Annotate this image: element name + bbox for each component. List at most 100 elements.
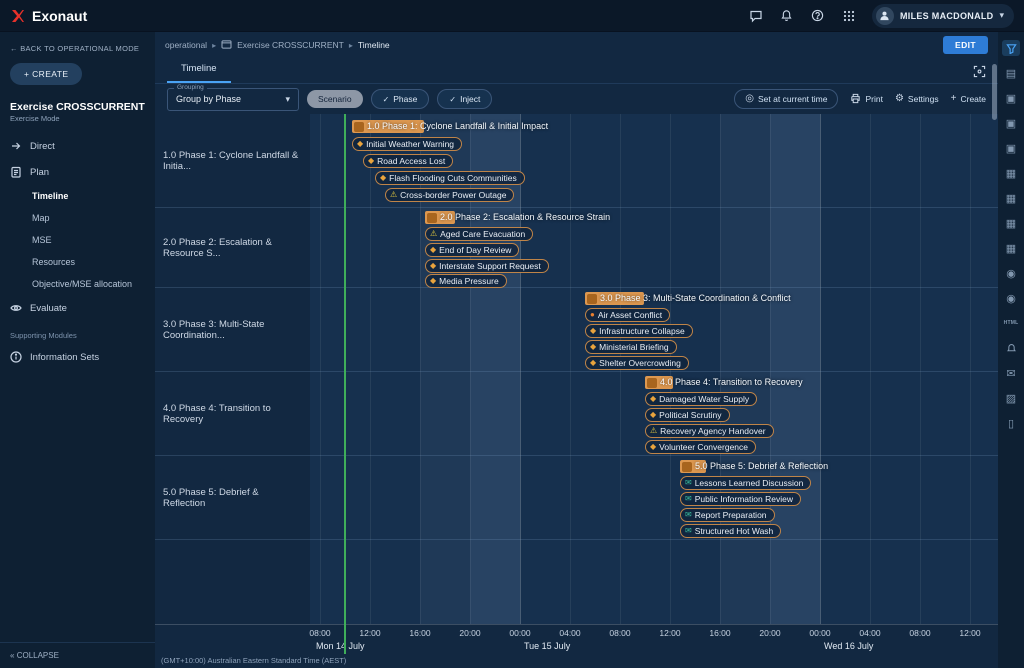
main-content: operational ▸ Exercise CROSSCURRENT ▸ Ti… — [155, 32, 998, 668]
document-icon[interactable]: ▤ — [1002, 65, 1020, 81]
inject-chip[interactable]: ◆ Interstate Support Request — [425, 259, 549, 273]
filter-icon[interactable] — [1002, 40, 1020, 56]
plus-icon: + — [951, 94, 957, 104]
collapse-sidebar-button[interactable]: « COLLAPSE — [0, 642, 155, 668]
inject-label: Initial Weather Warning — [366, 139, 454, 149]
check-icon: ✓ — [449, 95, 456, 104]
inject-chip[interactable]: ◆ Infrastructure Collapse — [585, 324, 693, 338]
settings-button[interactable]: ⚙ Settings — [895, 94, 939, 104]
vertical-scrollbar[interactable] — [992, 64, 997, 120]
inject-chip[interactable]: ✉ Lessons Learned Discussion — [680, 476, 811, 490]
row-label-phase-3[interactable]: 3.0 Phase 3: Multi-State Coordination... — [155, 288, 310, 371]
chart-icon[interactable]: ▨ — [1002, 390, 1020, 406]
inject-chip[interactable]: ⚠ Aged Care Evacuation — [425, 227, 533, 241]
row-label-phase-1[interactable]: 1.0 Phase 1: Cyclone Landfall & Initia..… — [155, 114, 310, 207]
inject-label: Interstate Support Request — [439, 261, 541, 271]
inject-label: Political Scrutiny — [659, 410, 721, 420]
html-icon[interactable]: HTML — [1002, 315, 1020, 331]
inject-label: Public Information Review — [695, 494, 793, 504]
brand-name: Exonaut — [32, 8, 87, 24]
inject-label: Road Access Lost — [377, 156, 445, 166]
inject-label: Air Asset Conflict — [598, 310, 662, 320]
breadcrumb-operational[interactable]: operational — [165, 40, 207, 50]
sidebar-item-resources[interactable]: Resources — [0, 251, 155, 273]
breadcrumb-exercise[interactable]: Exercise CROSSCURRENT — [237, 40, 344, 50]
edit-button[interactable]: EDIT — [943, 36, 988, 54]
inject-label: Report Preparation — [695, 510, 767, 520]
phase-icon — [354, 122, 364, 132]
print-button[interactable]: Print — [850, 93, 882, 106]
app-logo[interactable]: Exonaut — [10, 8, 87, 24]
archive-icon[interactable]: ▦ — [1002, 240, 1020, 256]
inject-chip[interactable]: ● Air Asset Conflict — [585, 308, 670, 322]
inject-chip[interactable]: ◆ Flash Flooding Cuts Communities — [375, 171, 525, 185]
inject-label: Flash Flooding Cuts Communities — [389, 173, 517, 183]
inject-chip[interactable]: ⚠ Cross-border Power Outage — [385, 188, 514, 202]
inject-chip[interactable]: ◆ Damaged Water Supply — [645, 392, 757, 406]
filter-chip-inject[interactable]: ✓ Inject — [437, 89, 492, 109]
inject-chip[interactable]: ✉ Public Information Review — [680, 492, 801, 506]
inject-chip[interactable]: ◆ Road Access Lost — [363, 154, 453, 168]
fit-to-screen-icon[interactable] — [973, 65, 986, 83]
axis-hour: 16:00 — [409, 628, 430, 638]
mail-icon: ✉ — [685, 527, 692, 535]
filter-chip-phase[interactable]: ✓ Phase — [371, 89, 430, 109]
help-icon[interactable] — [810, 8, 826, 24]
media-panel-icon[interactable]: ▣ — [1002, 115, 1020, 131]
inject-chip[interactable]: ◆ Volunteer Convergence — [645, 440, 756, 454]
inject-chip[interactable]: ◆ Media Pressure — [425, 274, 507, 288]
sidebar-item-direct[interactable]: Direct — [0, 133, 155, 159]
sidebar-item-objective-mse-allocation[interactable]: Objective/MSE allocation — [0, 273, 155, 295]
inject-chip[interactable]: ◆ End of Day Review — [425, 243, 519, 257]
row-label-phase-4[interactable]: 4.0 Phase 4: Transition to Recovery — [155, 372, 310, 455]
sidebar-item-information-sets[interactable]: Information Sets — [0, 344, 155, 370]
phase-bar-label: 1.0 Phase 1: Cyclone Landfall & Initial … — [367, 121, 548, 131]
create-inject-button[interactable]: + Create — [951, 94, 986, 104]
sidebar-item-timeline[interactable]: Timeline — [0, 185, 155, 207]
book-icon[interactable]: ▯ — [1002, 415, 1020, 431]
inject-chip[interactable]: ◆ Initial Weather Warning — [352, 137, 462, 151]
inject-chip[interactable]: ◆ Shelter Overcrowding — [585, 356, 689, 370]
chat-icon[interactable] — [748, 8, 764, 24]
bell-icon[interactable] — [779, 8, 795, 24]
sidebar-item-mse[interactable]: MSE — [0, 229, 155, 251]
filter-chip-scenario[interactable]: Scenario — [307, 90, 363, 108]
sidebar-item-map[interactable]: Map — [0, 207, 155, 229]
mail-icon: ✉ — [685, 479, 692, 487]
grouping-select[interactable]: Grouping Group by Phase ▾ — [167, 88, 299, 111]
archive-icon[interactable]: ▦ — [1002, 165, 1020, 181]
inject-chip[interactable]: ⚠ Recovery Agency Handover — [645, 424, 774, 438]
media-panel-icon[interactable]: ▣ — [1002, 140, 1020, 156]
user-menu[interactable]: MILES MACDONALD ▾ — [872, 4, 1014, 28]
diamond-icon: ◆ — [590, 359, 596, 367]
bell-icon[interactable] — [1002, 340, 1020, 356]
inject-label: End of Day Review — [439, 245, 511, 255]
media-panel-icon[interactable]: ▣ — [1002, 90, 1020, 106]
back-to-operational-link[interactable]: ← BACK TO OPERATIONAL MODE — [0, 32, 155, 61]
archive-icon[interactable]: ▦ — [1002, 215, 1020, 231]
row-label-phase-2[interactable]: 2.0 Phase 2: Escalation & Resource S... — [155, 208, 310, 287]
back-arrow-icon: ← — [10, 44, 18, 53]
inject-chip[interactable]: ✉ Structured Hot Wash — [680, 524, 781, 538]
create-button[interactable]: + CREATE — [10, 63, 82, 85]
sidebar-item-evaluate[interactable]: Evaluate — [0, 295, 155, 321]
timeline-toolbar: Grouping Group by Phase ▾ Scenario ✓ Pha… — [155, 84, 998, 114]
clock-icon: ● — [590, 311, 595, 319]
inject-chip[interactable]: ◆ Political Scrutiny — [645, 408, 730, 422]
inject-chip[interactable]: ◆ Ministerial Briefing — [585, 340, 677, 354]
group-icon[interactable]: ◉ — [1002, 290, 1020, 306]
inject-label: Shelter Overcrowding — [599, 358, 681, 368]
archive-icon[interactable]: ▦ — [1002, 190, 1020, 206]
mail-icon[interactable]: ✉ — [1002, 365, 1020, 381]
user-name: MILES MACDONALD — [900, 11, 994, 21]
inject-chip[interactable]: ✉ Report Preparation — [680, 508, 775, 522]
breadcrumb-timeline[interactable]: Timeline — [358, 40, 390, 50]
set-at-current-time-button[interactable]: ◎ Set at current time — [734, 89, 838, 109]
sidebar-item-plan[interactable]: Plan — [0, 159, 155, 185]
axis-hour: 04:00 — [859, 628, 880, 638]
tab-timeline[interactable]: Timeline — [167, 57, 231, 83]
group-icon[interactable]: ◉ — [1002, 265, 1020, 281]
phase-icon — [682, 462, 692, 472]
row-label-phase-5[interactable]: 5.0 Phase 5: Debrief & Reflection — [155, 456, 310, 539]
apps-grid-icon[interactable] — [841, 8, 857, 24]
